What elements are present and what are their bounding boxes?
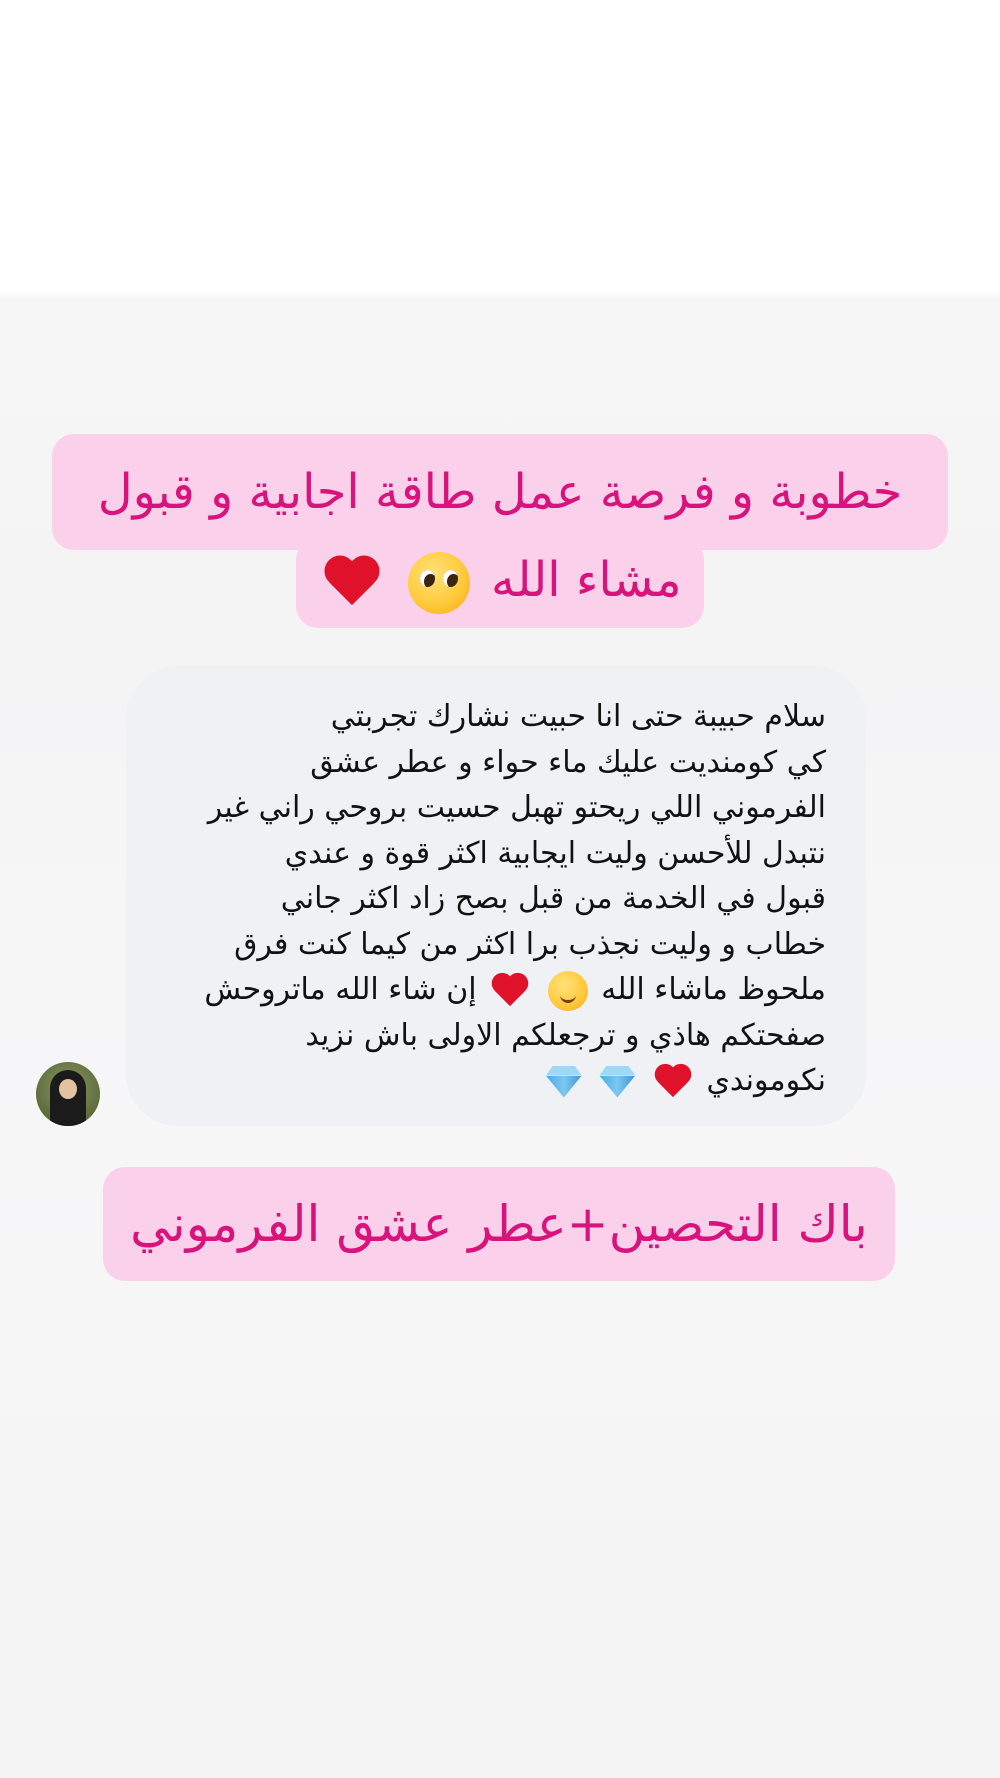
message-bubble: سلام حبيبة حتى انا حبيت نشارك تجربتي كي …	[126, 666, 866, 1126]
message-line-part: ملحوظ ماشاء الله	[601, 972, 826, 1007]
message-line-part: إن شاء الله ماتروحش	[204, 972, 477, 1007]
message-line: قبول في الخدمة من قبل بصح زاد اكثر جاني	[280, 881, 826, 916]
message-line: نتبدل للأحسن وليت ايجابية اكثر قوة و عند…	[284, 835, 826, 871]
message-line-emoji: ملحوظ ماشاء الله إن شاء الله ماتروحش	[204, 967, 826, 1013]
message-line: صفحتكم هاذي و ترجعلكم الاولى باش نزيد	[305, 1017, 826, 1053]
message-line: الفرموني اللي ريحتو تهبل حسيت بروحي راني…	[207, 790, 826, 825]
headline-line-1: خطوبة و فرصة عمل طاقة اجابية و قبول	[97, 464, 903, 520]
smiling-face-with-hearts-icon	[547, 970, 588, 1011]
headline-line-2: مشاء الله	[296, 544, 704, 616]
message-line: كي كومنديت عليك ماء حواء و عطر عشق	[310, 744, 826, 780]
gem-icon	[599, 1066, 635, 1098]
message-line: سلام حبيبة حتى انا حبيت نشارك تجربتي	[330, 699, 826, 734]
gem-icon	[546, 1066, 582, 1098]
footer-caption: باك التحصين+عطر عشق الفرموني	[130, 1195, 868, 1253]
message-line: خطاب و وليت نجذب برا اكثر من كيما كنت فر…	[234, 926, 826, 962]
avatar[interactable]	[36, 1062, 100, 1126]
message-line-emoji: نكوموندي	[204, 1058, 826, 1104]
message-line-part: نكوموندي	[706, 1063, 826, 1098]
headline-line-2-text: مشاء الله	[490, 552, 682, 608]
red-heart-icon	[490, 973, 530, 1009]
red-heart-icon	[653, 1064, 693, 1100]
pleading-face-icon	[407, 552, 470, 614]
red-heart-icon	[322, 555, 382, 611]
message-text: سلام حبيبة حتى انا حبيت نشارك تجربتي كي …	[204, 694, 826, 1104]
